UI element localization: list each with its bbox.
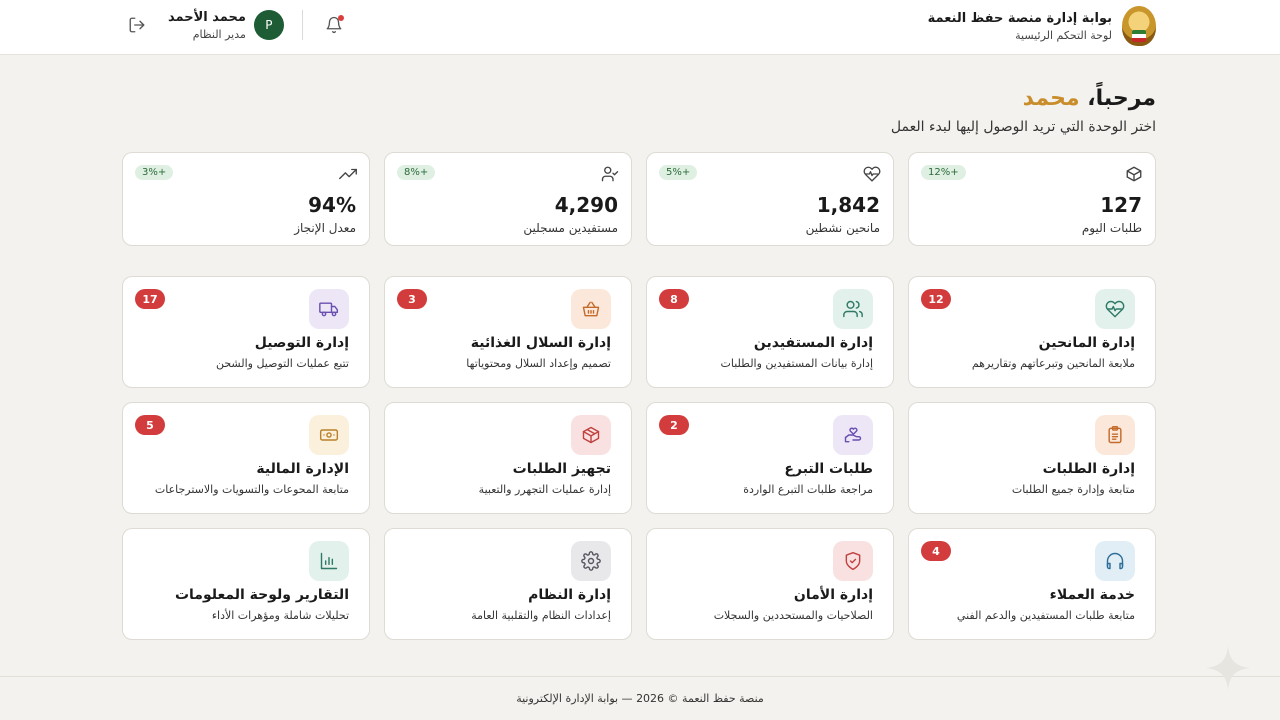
stat-label: مانحين نشطين (805, 221, 880, 235)
stat-value: 1,842 (816, 193, 880, 217)
stat-card-completion-rate: +3% 94% معدل الإنجاز (122, 152, 370, 246)
stat-label: معدل الإنجاز (294, 221, 356, 235)
module-card[interactable]: 17 إدارة التوصيل تتبع عمليات التوصيل والشح… (122, 276, 370, 388)
portal-title: بوابة إدارة منصة حفظ النعمة (927, 10, 1112, 26)
module-description: مراجعة طلبات التبرع الواردة (743, 483, 873, 496)
stat-card-today-requests: +12% 127 طلبات اليوم (908, 152, 1156, 246)
module-title: إدارة التوصيل (254, 335, 349, 351)
kuwait-emblem-logo (1122, 6, 1156, 46)
pending-count-badge: 17 (135, 289, 165, 309)
module-title: الإدارة المالية (256, 461, 349, 477)
truck-icon (309, 289, 349, 329)
clipboard-icon (1095, 415, 1135, 455)
stat-label: مستفيدين مسجلين (523, 221, 618, 235)
change-badge: +3% (135, 165, 174, 180)
banknote-icon (309, 415, 349, 455)
shield-check-icon (833, 541, 873, 581)
module-description: تصميم وإعداد السلال ومحتوياتها (466, 357, 611, 370)
module-title: إدارة الأمان (793, 587, 873, 603)
module-card[interactable]: 4 خدمة العملاء متابعة طلبات المستفيدين وال… (908, 528, 1156, 640)
change-badge: +8% (397, 165, 436, 180)
module-card[interactable]: 8 إدارة المستفيدين إدارة بيانات المستفيدين… (646, 276, 894, 388)
module-description: إدارة بيانات المستفيدين والطلبات (720, 357, 873, 370)
pending-count-badge: 3 (397, 289, 427, 309)
pending-count-badge: 8 (659, 289, 689, 309)
portal-subtitle: لوحة التحكم الرئيسية (1015, 28, 1112, 42)
module-description: متابعة طلبات المستفيدين والدعم الفني (956, 609, 1135, 622)
stat-card-active-donors: +5% 1,842 مانحين نشطين (646, 152, 894, 246)
bar-chart-icon (309, 541, 349, 581)
gear-icon (571, 541, 611, 581)
module-description: تتبع عمليات التوصيل والشحن (215, 357, 349, 370)
sparkle-icon (1206, 646, 1250, 690)
module-card[interactable]: تجهيز الطلبات إدارة عمليات التجهرر والتعب… (384, 402, 632, 514)
welcome-heading: مرحباً، محمد (891, 86, 1156, 111)
greeting: مرحباً، (1087, 86, 1156, 111)
box-icon (1125, 165, 1143, 183)
change-badge: +12% (921, 165, 966, 180)
module-card[interactable]: إدارة الأمان الصلاحيات والمستحددين والسجل… (646, 528, 894, 640)
user-area: محمد الأحمد مدير النظام P (124, 9, 347, 41)
module-description: إعدادات النظام والتقلبية العامة (471, 609, 611, 622)
module-card[interactable]: إدارة النظام إعدادات النظام والتقلبية الع… (384, 528, 632, 640)
module-description: متابعة وإدارة جميع الطلبات (1011, 483, 1135, 496)
module-title: خدمة العملاء (1049, 587, 1135, 603)
hand-heart-icon (833, 415, 873, 455)
module-description: الصلاحيات والمستحددين والسجلات (713, 609, 873, 622)
user-role: مدير النظام (192, 27, 246, 41)
stat-value: 94% (308, 193, 356, 217)
module-card[interactable]: 3 إدارة السلال الغذائية تصميم وإعداد السلا… (384, 276, 632, 388)
module-description: متابعة المحوعات والتسويات والاسترجاعات (154, 483, 349, 496)
notifications-button[interactable] (321, 9, 347, 41)
heart-pulse-icon (863, 165, 881, 183)
brand: بوابة إدارة منصة حفظ النعمة لوحة التحكم … (928, 6, 1156, 46)
module-description: إدارة عمليات التجهرر والتعبية (478, 483, 611, 496)
module-card[interactable]: إدارة الطلبات متابعة وإدارة جميع الطلبات (908, 402, 1156, 514)
module-description: ملابعة المانحين وتبرعاتهم وتقاريرهم (971, 357, 1135, 370)
welcome-subtitle: اختر الوحدة التي تريد الوصول إليها لبدء … (890, 119, 1156, 135)
pending-count-badge: 4 (921, 541, 951, 561)
pending-count-badge: 12 (921, 289, 951, 309)
user-name: محمد الأحمد (168, 9, 246, 25)
module-card[interactable]: 12 إدارة المانحين ملابعة المانحين وتبرعاته… (908, 276, 1156, 388)
module-title: التقارير ولوحة المعلومات (174, 587, 349, 603)
trending-up-icon (339, 165, 357, 183)
module-title: إدارة النظام (528, 587, 611, 603)
module-title: إدارة المانحين (1038, 335, 1135, 351)
users-icon (833, 289, 873, 329)
avatar[interactable]: P (253, 10, 284, 40)
headphones-icon (1095, 541, 1135, 581)
user-check-icon (601, 165, 619, 183)
module-card[interactable]: 2 طلبات التبرع مراجعة طلبات التبرع الواردة (646, 402, 894, 514)
module-description: تحليلات شاملة ومؤهرات الأداء (211, 609, 349, 622)
module-title: إدارة الطلبات (1042, 461, 1135, 477)
welcome-user-name: محمد (1022, 86, 1080, 111)
notification-dot (337, 15, 344, 21)
stat-card-registered-beneficiaries: +8% 4,290 مستفيدين مسجلين (384, 152, 632, 246)
stat-value: 127 (1100, 193, 1142, 217)
header-divider (301, 10, 303, 40)
basket-icon (571, 289, 611, 329)
module-card[interactable]: 5 الإدارة المالية متابعة المحوعات والتسويا… (122, 402, 370, 514)
footer: منصة حفظ النعمة © 2026 — بوابة الإدارة ا… (0, 676, 1280, 720)
top-bar: بوابة إدارة منصة حفظ النعمة لوحة التحكم … (0, 0, 1280, 55)
module-card[interactable]: التقارير ولوحة المعلومات تحليلات شاملة وم… (122, 528, 370, 640)
stat-value: 4,290 (554, 193, 618, 217)
pending-count-badge: 2 (659, 415, 689, 435)
module-title: تجهيز الطلبات (512, 461, 611, 477)
modules-grid: 12 إدارة المانحين ملابعة المانحين وتبرعاته… (122, 276, 1156, 640)
module-title: إدارة السلال الغذائية (470, 335, 611, 351)
stats-row: +12% 127 طلبات اليوم +5% 1,842 مانحين نش… (122, 152, 1156, 246)
heart-pulse-icon (1095, 289, 1135, 329)
module-title: طلبات التبرع (784, 461, 873, 477)
welcome-section: مرحباً، محمد اختر الوحدة التي تريد الوصو… (891, 86, 1156, 135)
module-title: إدارة المستفيدين (753, 335, 873, 351)
package-icon (571, 415, 611, 455)
change-badge: +5% (659, 165, 698, 180)
pending-count-badge: 5 (135, 415, 165, 435)
stat-label: طلبات اليوم (1081, 221, 1142, 235)
logout-icon[interactable] (124, 9, 150, 41)
footer-text: منصة حفظ النعمة © 2026 — بوابة الإدارة ا… (516, 692, 764, 705)
